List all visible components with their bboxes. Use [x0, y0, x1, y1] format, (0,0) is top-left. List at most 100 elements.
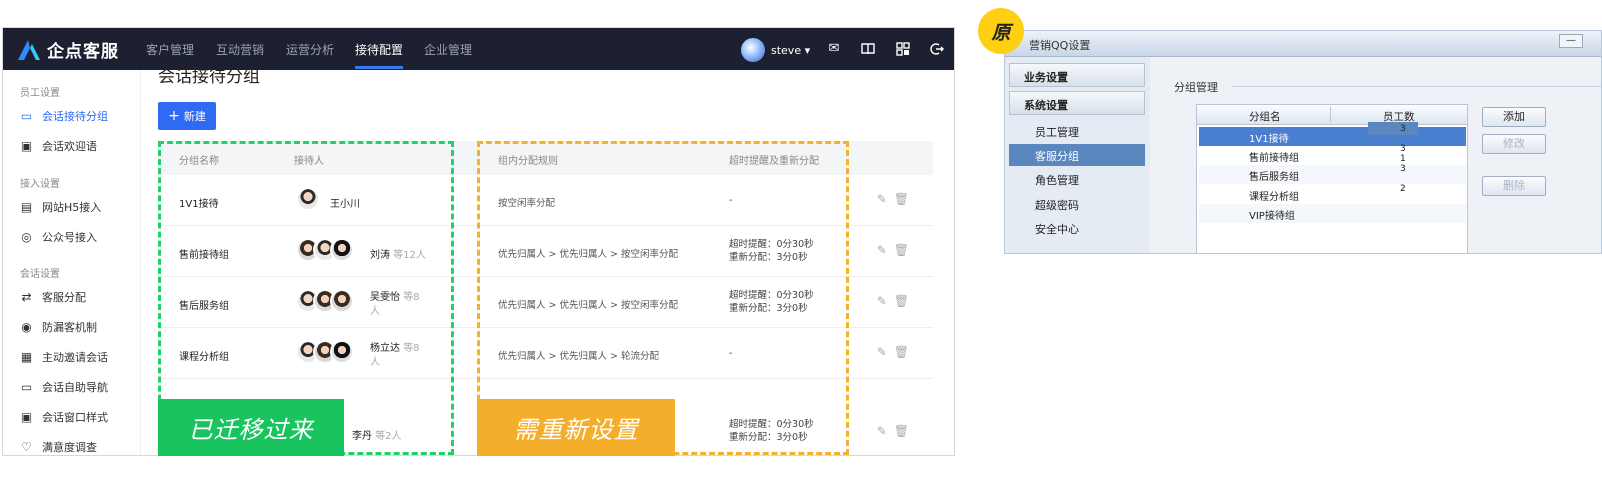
row-actions: ✎ 🗑 — [877, 243, 909, 257]
nav-marketing[interactable]: 互动营销 — [216, 41, 264, 58]
nav-icon: ▭ — [20, 379, 33, 394]
sidebar-item-invite[interactable]: ▦ 主动邀请会话 — [20, 349, 108, 365]
edit-icon[interactable]: ✎ — [877, 345, 887, 359]
edit-icon[interactable]: ✎ — [877, 192, 887, 206]
sidebar-item-wechat[interactable]: ◎ 公众号接入 — [20, 229, 97, 245]
apps-grid-icon[interactable] — [896, 42, 910, 56]
row-actions: ✎ 🗑 — [877, 424, 909, 438]
sidebar-item-self-nav[interactable]: ▭ 会话自助导航 — [20, 379, 108, 395]
edit-icon[interactable]: ✎ — [877, 243, 887, 257]
sidebar-item-label: 会话接待分组 — [42, 110, 108, 123]
user-menu[interactable]: steve ▾ — [741, 38, 810, 62]
sidebar-item-welcome[interactable]: ▣ 会话欢迎语 — [20, 138, 97, 154]
legacy-group-table: 分组名 员工数 1V1接待 售前接待组 售后服务组 课程分析组 VIP接待组 — [1196, 104, 1468, 253]
sidebar-group-access: 接入设置 — [20, 179, 60, 190]
user-name: steve ▾ — [771, 43, 811, 57]
sidebar-item-label: 满意度调查 — [42, 441, 97, 454]
sidebar: 员工设置 ▭ 会话接待分组 ▣ 会话欢迎语 接入设置 ▤ 网站H5接入 ◎ 公众… — [3, 70, 141, 455]
legacy-table-row[interactable]: 课程分析组 — [1199, 185, 1466, 204]
guard-icon: ◉ — [21, 319, 32, 334]
sidebar-item-label: 主动邀请会话 — [42, 351, 108, 364]
sidebar-group-session: 会话设置 — [20, 269, 60, 280]
divider — [1330, 107, 1331, 122]
brand-logo[interactable]: 企点客服 — [17, 37, 119, 62]
sidebar-item-survey[interactable]: ♡ 满意度调查 — [20, 439, 97, 455]
sidebar-item-label: 公众号接入 — [42, 231, 97, 244]
row-actions: ✎ 🗑 — [877, 192, 909, 206]
sidebar-group-staff: 员工设置 — [20, 88, 60, 99]
new-group-button[interactable]: + 新建 — [158, 102, 216, 130]
row-actions: ✎ 🗑 — [877, 345, 909, 359]
delete-icon[interactable]: 🗑 — [894, 192, 909, 206]
divider — [1232, 86, 1601, 87]
nav-customer[interactable]: 客户管理 — [146, 41, 194, 58]
original-badge: 原 — [978, 8, 1024, 54]
legacy-table-row[interactable]: 售前接待组 — [1199, 146, 1466, 165]
page-title: 会话接待分组 — [158, 67, 260, 87]
legacy-item-staff[interactable]: 员工管理 — [1009, 120, 1145, 142]
legacy-table-row[interactable]: VIP接待组 — [1199, 204, 1466, 223]
legacy-delete-button[interactable]: 删除 — [1482, 176, 1546, 196]
delete-icon[interactable]: 🗑 — [894, 294, 909, 308]
legacy-section-title: 分组管理 — [1174, 81, 1218, 94]
legacy-item-roles[interactable]: 角色管理 — [1009, 168, 1145, 190]
legacy-count: 3 — [1400, 124, 1406, 134]
chat-group-icon: ▭ — [20, 108, 33, 123]
edit-icon[interactable]: ✎ — [877, 424, 887, 438]
legacy-edit-button[interactable]: 修改 — [1482, 134, 1546, 154]
reset-label: 需重新设置 — [477, 399, 675, 456]
sidebar-item-chat-groups[interactable]: ▭ 会话接待分组 — [20, 108, 108, 124]
legacy-main: 分组管理 分组名 员工数 1V1接待 售前接待组 售后服务组 课程分析组 VIP… — [1150, 57, 1601, 253]
logout-icon[interactable] — [930, 42, 945, 56]
legacy-col-group: 分组名 — [1249, 111, 1281, 123]
legacy-table-row[interactable]: 1V1接待 — [1199, 127, 1466, 146]
sidebar-item-label: 会话自助导航 — [42, 381, 108, 394]
window-icon: ▣ — [20, 409, 33, 424]
sidebar-item-label: 防漏客机制 — [42, 321, 97, 334]
legacy-sidebar: 业务设置 系统设置 员工管理 客服分组 角色管理 超级密码 安全中心 — [1005, 57, 1150, 253]
legacy-table-row[interactable]: 售后服务组 — [1199, 165, 1466, 184]
book-icon[interactable] — [861, 42, 875, 56]
edit-icon[interactable]: ✎ — [877, 294, 887, 308]
sidebar-item-h5[interactable]: ▤ 网站H5接入 — [20, 199, 101, 215]
mail-icon[interactable]: ✉ — [827, 42, 841, 56]
sidebar-item-label: 会话窗口样式 — [42, 411, 108, 424]
legacy-table-header: 分组名 员工数 — [1197, 105, 1467, 125]
wechat-icon: ◎ — [21, 229, 32, 244]
legacy-title-bar: 营销QQ设置 — — [1005, 31, 1601, 57]
sidebar-item-dispatch[interactable]: ⇄ 客服分配 — [20, 289, 86, 305]
sidebar-item-guard[interactable]: ◉ 防漏客机制 — [20, 319, 97, 335]
avatar — [741, 38, 765, 62]
row-actions: ✎ 🗑 — [877, 294, 909, 308]
legacy-count: 2 — [1400, 184, 1406, 194]
count-highlight — [1368, 122, 1418, 135]
legacy-add-button[interactable]: 添加 — [1482, 107, 1546, 127]
delete-icon[interactable]: 🗑 — [894, 424, 909, 438]
brand-logo-icon — [17, 39, 41, 61]
legacy-item-super-password[interactable]: 超级密码 — [1009, 193, 1145, 215]
legacy-section-system[interactable]: 系统设置 — [1009, 91, 1145, 115]
legacy-title: 营销QQ设置 — [1029, 39, 1091, 52]
legacy-count: 3 — [1400, 144, 1406, 154]
nav-reception-config[interactable]: 接待配置 — [355, 41, 404, 69]
nav-enterprise[interactable]: 企业管理 — [424, 41, 472, 58]
legacy-item-security[interactable]: 安全中心 — [1009, 217, 1145, 239]
delete-icon[interactable]: 🗑 — [894, 243, 909, 257]
invite-icon: ▦ — [20, 349, 33, 364]
nav-analytics[interactable]: 运营分析 — [286, 41, 334, 58]
plus-icon: + — [168, 108, 180, 124]
dispatch-icon: ⇄ — [21, 289, 32, 304]
sidebar-item-label: 会话欢迎语 — [42, 140, 97, 153]
minimize-button[interactable]: — — [1559, 34, 1583, 48]
legacy-count: 1 — [1400, 154, 1406, 164]
legacy-count: 3 — [1400, 164, 1406, 174]
web-icon: ▤ — [20, 199, 33, 214]
legacy-item-service-groups[interactable]: 客服分组 — [1009, 144, 1145, 166]
top-nav-bar: 企点客服 客户管理 互动营销 运营分析 接待配置 企业管理 steve ▾ ✉ — [3, 28, 954, 70]
legacy-settings-window: 营销QQ设置 — 业务设置 系统设置 员工管理 客服分组 角色管理 超级密码 安… — [1004, 30, 1602, 254]
delete-icon[interactable]: 🗑 — [894, 345, 909, 359]
legacy-section-business[interactable]: 业务设置 — [1009, 63, 1145, 87]
sidebar-item-label: 网站H5接入 — [42, 201, 102, 214]
brand-name: 企点客服 — [47, 42, 119, 62]
sidebar-item-window-style[interactable]: ▣ 会话窗口样式 — [20, 409, 108, 425]
